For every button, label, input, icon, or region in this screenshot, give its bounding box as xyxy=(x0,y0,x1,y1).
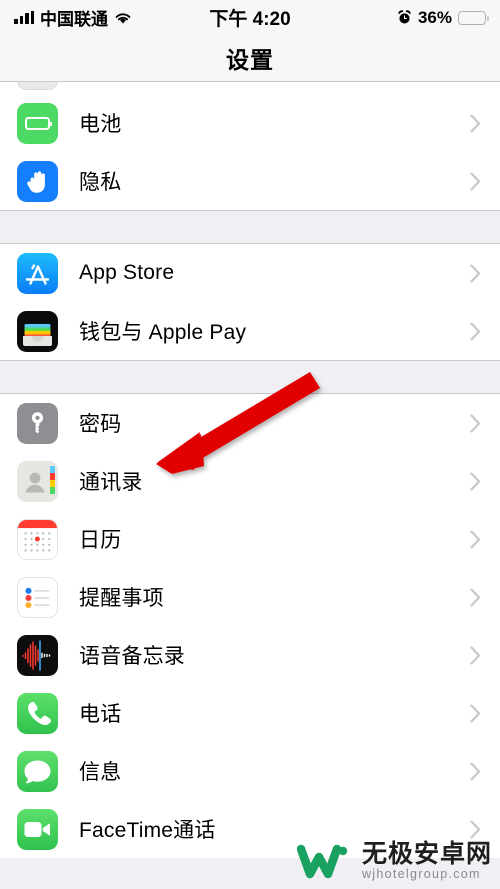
row-label: 通讯录 xyxy=(79,471,143,494)
wifi-icon xyxy=(114,11,132,25)
iphone-settings-screen: 中国联通 下午 4:20 36% 设置 电池 隐私 App Store 钱包与 … xyxy=(0,0,500,889)
watermark-title: 无极安卓网 xyxy=(361,840,492,869)
page-title: 设置 xyxy=(226,47,274,73)
sidebar-item-wallet-apple-pay[interactable]: 钱包与 Apple Pay xyxy=(0,302,500,360)
row-label: 电池 xyxy=(79,113,122,136)
battery-settings-icon xyxy=(17,102,58,144)
contacts-icon xyxy=(17,460,58,502)
partial-row-above xyxy=(0,82,500,94)
status-bar: 中国联通 下午 4:20 36% xyxy=(0,0,500,35)
hand-privacy-icon xyxy=(17,160,58,202)
status-bar-right: 36% xyxy=(397,7,489,28)
watermark: 无极安卓网 wjhotelgroup.com xyxy=(296,841,492,881)
voice-memos-icon xyxy=(17,634,58,676)
battery-percent-label: 36% xyxy=(417,7,452,27)
row-label: 电话 xyxy=(79,703,122,726)
sidebar-item-calendar[interactable]: 日历 xyxy=(0,510,500,568)
settings-group-3: 密码 通讯录 日历 提醒事项 语音备忘录 电话 信息 FaceTime通话 xyxy=(0,394,500,858)
sidebar-item-voice-memos[interactable]: 语音备忘录 xyxy=(0,626,500,684)
group-separator-2 xyxy=(0,360,500,394)
chevron-right-icon xyxy=(470,471,481,491)
row-label: 语音备忘录 xyxy=(79,645,185,668)
settings-group-1: 电池 隐私 xyxy=(0,94,500,210)
alarm-clock-icon xyxy=(397,10,412,25)
chevron-right-icon xyxy=(470,529,481,549)
app-store-icon xyxy=(17,252,58,294)
row-label: 日历 xyxy=(79,529,122,552)
chevron-right-icon xyxy=(470,645,481,665)
settings-list[interactable]: 电池 隐私 App Store 钱包与 Apple Pay 密码 通讯录 日历 … xyxy=(0,82,500,889)
messages-icon xyxy=(17,750,58,792)
chevron-right-icon xyxy=(470,587,481,607)
chevron-right-icon xyxy=(470,171,481,191)
navigation-bar: 设置 xyxy=(0,35,500,82)
sidebar-item-contacts[interactable]: 通讯录 xyxy=(0,452,500,510)
sidebar-item-privacy[interactable]: 隐私 xyxy=(0,152,500,210)
row-label: 隐私 xyxy=(79,171,122,194)
partial-app-icon xyxy=(17,82,58,90)
row-label: App Store xyxy=(79,261,175,284)
group-separator-1 xyxy=(0,210,500,244)
row-label: 信息 xyxy=(79,761,122,784)
phone-icon xyxy=(17,692,58,734)
calendar-icon xyxy=(17,518,58,560)
watermark-text: 无极安卓网 wjhotelgroup.com xyxy=(362,841,492,880)
sidebar-item-passwords[interactable]: 密码 xyxy=(0,394,500,452)
watermark-logo-icon xyxy=(296,844,348,879)
row-label: 提醒事项 xyxy=(79,587,164,610)
signal-bars-icon xyxy=(14,11,34,24)
row-label: 密码 xyxy=(79,413,122,436)
reminders-icon xyxy=(17,576,58,618)
chevron-right-icon xyxy=(470,263,481,283)
wallet-icon xyxy=(17,310,58,352)
sidebar-item-battery[interactable]: 电池 xyxy=(0,94,500,152)
chevron-right-icon xyxy=(470,819,481,839)
facetime-icon xyxy=(17,808,58,850)
settings-group-2: App Store 钱包与 Apple Pay xyxy=(0,244,500,360)
chevron-right-icon xyxy=(470,321,481,341)
sidebar-item-app-store[interactable]: App Store xyxy=(0,244,500,302)
carrier-label: 中国联通 xyxy=(40,10,108,29)
battery-icon xyxy=(458,10,489,25)
chevron-right-icon xyxy=(470,703,481,723)
sidebar-item-reminders[interactable]: 提醒事项 xyxy=(0,568,500,626)
sidebar-item-messages[interactable]: 信息 xyxy=(0,742,500,800)
key-passwords-icon xyxy=(17,402,58,444)
chevron-right-icon xyxy=(470,113,481,133)
row-label: 钱包与 Apple Pay xyxy=(79,321,247,344)
chevron-right-icon xyxy=(470,761,481,781)
status-bar-left: 中国联通 xyxy=(14,5,132,30)
chevron-right-icon xyxy=(470,413,481,433)
watermark-subtitle: wjhotelgroup.com xyxy=(361,866,481,881)
sidebar-item-phone[interactable]: 电话 xyxy=(0,684,500,742)
